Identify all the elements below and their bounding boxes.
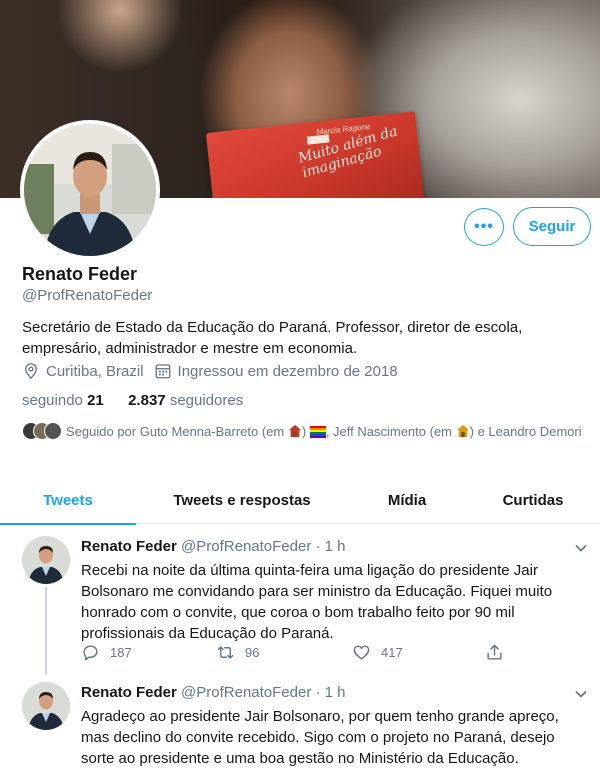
share-icon <box>487 644 502 660</box>
profile-joined: Ingressou em dezembro de 2018 <box>177 362 398 380</box>
tweet-text: Recebi na noite da última quinta-feira u… <box>81 562 553 642</box>
followers-link[interactable]: 2.837 seguidores <box>128 392 243 409</box>
retweet-button[interactable]: 96 <box>216 643 259 662</box>
followers-label: seguidores <box>169 392 244 409</box>
following-label: seguindo <box>22 392 83 409</box>
chevron-down-icon[interactable] <box>574 541 588 555</box>
tweet-header: Renato Feder @ProfRenatoFeder · 1 h <box>81 684 346 701</box>
tweet-header: Renato Feder @ProfRenatoFeder · 1 h <box>81 538 346 555</box>
thread-connector <box>45 587 47 675</box>
followed-by-text-2: , Jeff Nascimento (em <box>325 424 456 439</box>
house-emoji-icon <box>456 424 469 438</box>
heart-icon <box>353 645 370 660</box>
reply-icon <box>83 645 98 661</box>
profile-handle: @ProfRenatoFeder <box>22 287 153 304</box>
tweet-actions: 187 96 417 <box>81 643 521 665</box>
retweet-icon <box>217 646 234 659</box>
following-link[interactable]: seguindo 21 <box>22 392 104 409</box>
tab-tweets-and-replies[interactable]: Tweets e respostas <box>136 476 348 524</box>
house-emoji-icon <box>288 424 301 438</box>
following-count: 21 <box>87 392 104 409</box>
tweet-time[interactable]: · 1 h <box>316 538 346 555</box>
tab-media[interactable]: Mídia <box>348 476 466 524</box>
tweet-text: Agradeço ao presidente Jair Bolsonaro, p… <box>81 708 559 767</box>
followed-by[interactable]: Seguido por Guto Menna-Barreto (em ) , J… <box>22 422 582 441</box>
avatar-photo <box>24 124 156 256</box>
avatar-photo <box>22 682 70 730</box>
profile-tabs: Tweets Tweets e respostas Mídia Curtidas <box>0 476 600 525</box>
avatar-photo <box>22 536 70 584</box>
profile-location: Curitiba, Brazil <box>46 362 144 380</box>
follow-button[interactable]: Seguir <box>513 207 591 246</box>
like-count: 417 <box>381 645 403 660</box>
mini-avatar <box>44 422 62 440</box>
share-button[interactable] <box>485 643 514 662</box>
tweet-author-name[interactable]: Renato Feder <box>81 684 177 701</box>
tweet-author-name[interactable]: Renato Feder <box>81 538 177 555</box>
reply-button[interactable]: 187 <box>81 643 132 662</box>
followed-by-text-1: Seguido por Guto Menna-Barreto (em <box>66 424 288 439</box>
retweet-count: 96 <box>245 645 260 660</box>
rainbow-flag-icon <box>309 426 326 438</box>
more-options-button[interactable]: ••• <box>464 208 504 246</box>
calendar-icon <box>155 364 170 379</box>
tab-tweets[interactable]: Tweets <box>0 476 136 525</box>
follow-counts: seguindo 21 2.837 seguidores <box>22 392 243 409</box>
profile-name: Renato Feder <box>22 264 138 284</box>
like-button[interactable]: 417 <box>352 643 403 662</box>
followers-you-know-avatars <box>22 422 64 440</box>
location-icon <box>25 363 37 380</box>
tweet-author-handle[interactable]: @ProfRenatoFeder <box>181 538 311 555</box>
reply-count: 187 <box>110 645 132 660</box>
tweet[interactable]: Renato Feder @ProfRenatoFeder · 1 h Rece… <box>0 525 600 675</box>
profile-avatar[interactable] <box>20 120 160 260</box>
profile-meta: Curitiba, Brazil Ingressou em dezembro d… <box>22 362 398 380</box>
tweet-avatar[interactable] <box>22 682 70 730</box>
tweet[interactable]: Renato Feder @ProfRenatoFeder · 1 h Agra… <box>0 675 600 768</box>
tweet-avatar[interactable] <box>22 536 70 584</box>
profile-bio: Secretário de Estado da Educação do Para… <box>22 319 523 357</box>
followed-by-text-3: ) e Leandro Demori <box>469 424 582 439</box>
tweet-time[interactable]: · 1 h <box>316 684 346 701</box>
tweet-author-handle[interactable]: @ProfRenatoFeder <box>181 684 311 701</box>
followers-count: 2.837 <box>128 392 166 409</box>
chevron-down-icon[interactable] <box>574 687 588 701</box>
tab-likes[interactable]: Curtidas <box>466 476 600 524</box>
followed-by-close: ) <box>301 424 307 439</box>
